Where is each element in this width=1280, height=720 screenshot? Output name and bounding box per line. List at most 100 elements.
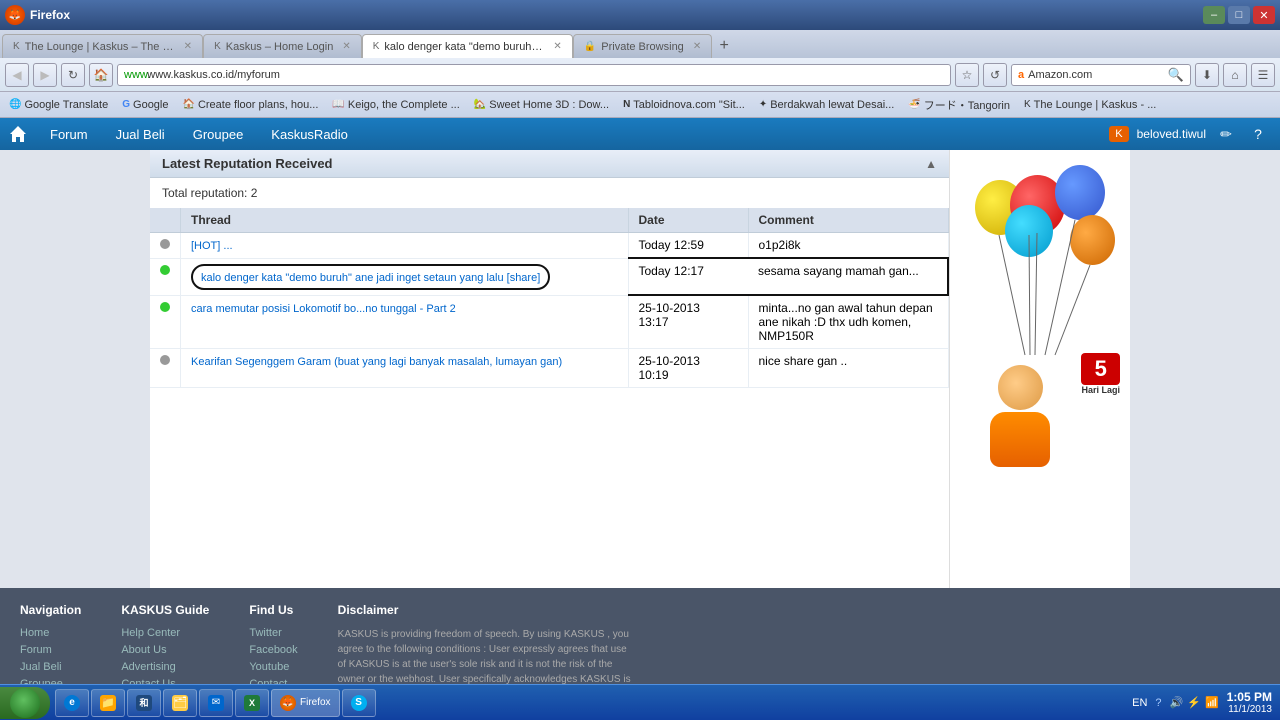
url-bar[interactable]: www.www.kaskus.co.id/myforum	[117, 64, 951, 86]
tray-icon-1: 🔊	[1170, 696, 1184, 709]
reputation-table: Thread Date Comment [HOT] ... Today 12:5…	[150, 208, 949, 388]
edit-profile-icon[interactable]: ✏	[1214, 122, 1238, 146]
maximize-button[interactable]: □	[1228, 6, 1250, 24]
kaskus-nav-bar: Forum Jual Beli Groupee KaskusRadio K be…	[0, 118, 1280, 150]
footer-disclaimer-heading: Disclaimer	[338, 603, 638, 617]
nav-forum[interactable]: Forum	[36, 118, 102, 150]
start-button[interactable]	[0, 687, 50, 719]
footer-link-helpcenter[interactable]: Help Center	[121, 627, 209, 639]
bookmark-star-icon[interactable]: ☆	[955, 63, 979, 87]
tab-2[interactable]: K Kaskus – Home Login ✕	[203, 34, 362, 58]
excel-icon: X	[244, 695, 260, 711]
taskbar-folder[interactable]: 🗂	[163, 689, 197, 717]
forward-button[interactable]: ▶	[33, 63, 57, 87]
taskbar-ie[interactable]: e	[55, 689, 89, 717]
nav-radio-label: KaskusRadio	[271, 127, 348, 142]
tab-label-2: Kaskus – Home Login	[226, 41, 334, 53]
tab-close-3[interactable]: ✕	[553, 41, 561, 52]
footer-nav-heading: Navigation	[20, 603, 81, 617]
taskbar-skype[interactable]: S	[342, 689, 376, 717]
tab-1[interactable]: K The Lounge | Kaskus – The Largest In..…	[2, 34, 203, 58]
back-button[interactable]: ◀	[5, 63, 29, 87]
outlook-icon: ✉	[208, 695, 224, 711]
search-bar[interactable]: a Amazon.com 🔍	[1011, 64, 1191, 86]
clock-time: 1:05 PM	[1227, 690, 1272, 704]
username-display: beloved.tiwul	[1137, 127, 1206, 141]
countdown-badge: 5 Hari Lagi	[1081, 353, 1120, 395]
footer-link-twitter[interactable]: Twitter	[249, 627, 297, 639]
bookmark-tangorin[interactable]: 🍜 フード・Tangorin	[904, 96, 1014, 114]
bookmark-tabloidnova[interactable]: N Tabloidnova.com "Sit...	[619, 98, 749, 112]
reload-button[interactable]: ↻	[61, 63, 85, 87]
taskbar-firefox-active[interactable]: 🦊 Firefox	[271, 689, 340, 717]
footer-link-advertising[interactable]: Advertising	[121, 661, 209, 673]
skype-icon: S	[351, 695, 367, 711]
tab-3[interactable]: K kalo denger kata "demo buruh" ane j...…	[362, 34, 573, 58]
thread-link-3[interactable]: cara memutar posisi Lokomotif bo...no tu…	[191, 303, 456, 315]
collapse-arrow-icon[interactable]: ▲	[925, 157, 937, 171]
lightblue-balloon	[1005, 205, 1053, 257]
tab-close-2[interactable]: ✕	[342, 41, 350, 52]
bookmark-google-translate[interactable]: 🌐 Google Translate	[5, 98, 112, 112]
taskbar-explorer[interactable]: 📁	[91, 689, 125, 717]
bookmark-google[interactable]: G Google	[118, 98, 172, 112]
row-indicator-1	[150, 233, 181, 259]
taskbar-outlook[interactable]: ✉	[199, 689, 233, 717]
kaskus-character	[985, 365, 1055, 475]
footer-link-aboutus[interactable]: About Us	[121, 644, 209, 656]
thread-link-2[interactable]: kalo denger kata "demo buruh" ane jadi i…	[201, 272, 540, 284]
thread-link-4[interactable]: Kearifan Segenggem Garam (buat yang lagi…	[191, 356, 562, 368]
bookmark-thelounge[interactable]: K The Lounge | Kaskus - ...	[1020, 98, 1160, 112]
kaskus-home-button[interactable]	[0, 118, 36, 150]
nav-kaskusradio[interactable]: KaskusRadio	[257, 118, 362, 150]
close-button[interactable]: ✕	[1253, 6, 1275, 24]
row-thread-1: [HOT] ...	[181, 233, 629, 259]
home-nav-icon[interactable]: ⌂	[1223, 63, 1247, 87]
tab-close-1[interactable]: ✕	[184, 41, 192, 52]
taskbar-word[interactable]: 和	[127, 689, 161, 717]
footer-link-facebook[interactable]: Facebook	[249, 644, 297, 656]
taskbar-excel[interactable]: X	[235, 689, 269, 717]
new-tab-button[interactable]: +	[712, 34, 736, 58]
footer-findus-heading: Find Us	[249, 603, 297, 617]
bookmark-label-sweethome: Sweet Home 3D : Dow...	[489, 99, 609, 111]
tab-close-4[interactable]: ✕	[693, 41, 701, 52]
bookmark-sweethome[interactable]: 🏡 Sweet Home 3D : Dow...	[470, 98, 613, 112]
ie-icon: e	[64, 695, 80, 711]
tab-4-private[interactable]: 🔒 Private Browsing ✕	[573, 34, 712, 58]
home-button[interactable]: 🏠	[89, 63, 113, 87]
refresh-icon[interactable]: ↺	[983, 63, 1007, 87]
bookmark-berdakwah[interactable]: ✦ Berdakwah lewat Desai...	[755, 98, 899, 112]
downloads-icon[interactable]: ⬇	[1195, 63, 1219, 87]
gray-dot-icon-2	[160, 355, 170, 365]
search-icon[interactable]: 🔍	[1168, 67, 1184, 83]
row-date-1: Today 12:59	[628, 233, 748, 259]
nav-groupee[interactable]: Groupee	[179, 118, 258, 150]
help-icon[interactable]: ?	[1246, 122, 1270, 146]
bookmark-floorplans[interactable]: 🏠 Create floor plans, hou...	[179, 98, 323, 112]
highlight-oval: kalo denger kata "demo buruh" ane jadi i…	[191, 264, 550, 290]
footer-link-home[interactable]: Home	[20, 627, 81, 639]
tab-bar: K The Lounge | Kaskus – The Largest In..…	[0, 30, 1280, 58]
table-row: Kearifan Segenggem Garam (buat yang lagi…	[150, 349, 948, 388]
menu-icon[interactable]: ☰	[1251, 63, 1275, 87]
table-row-highlighted: kalo denger kata "demo buruh" ane jadi i…	[150, 258, 948, 295]
minimize-button[interactable]: –	[1203, 6, 1225, 24]
home3d-icon: 🏡	[474, 99, 486, 110]
berdakwah-icon: ✦	[759, 99, 767, 110]
reputation-section-header: Latest Reputation Received ▲	[150, 150, 949, 178]
nav-jualbeli[interactable]: Jual Beli	[102, 118, 179, 150]
folder-icon: 🗂	[172, 695, 188, 711]
tab-favicon-3: K	[373, 41, 380, 52]
language-indicator: EN	[1132, 697, 1147, 709]
footer-link-youtube[interactable]: Youtube	[249, 661, 297, 673]
taskbar: e 📁 和 🗂 ✉ X 🦊 Firefox S	[0, 684, 1280, 720]
thread-link-1[interactable]: [HOT] ...	[191, 240, 233, 252]
footer-link-forum[interactable]: Forum	[20, 644, 81, 656]
page-footer: Navigation Home Forum Jual Beli Groupee …	[0, 588, 1280, 684]
google-icon: G	[122, 99, 130, 110]
bookmark-keigo[interactable]: 📖 Keigo, the Complete ...	[328, 98, 463, 112]
word-icon: 和	[136, 695, 152, 711]
footer-link-jualbeli[interactable]: Jual Beli	[20, 661, 81, 673]
google-translate-icon: 🌐	[9, 99, 21, 110]
